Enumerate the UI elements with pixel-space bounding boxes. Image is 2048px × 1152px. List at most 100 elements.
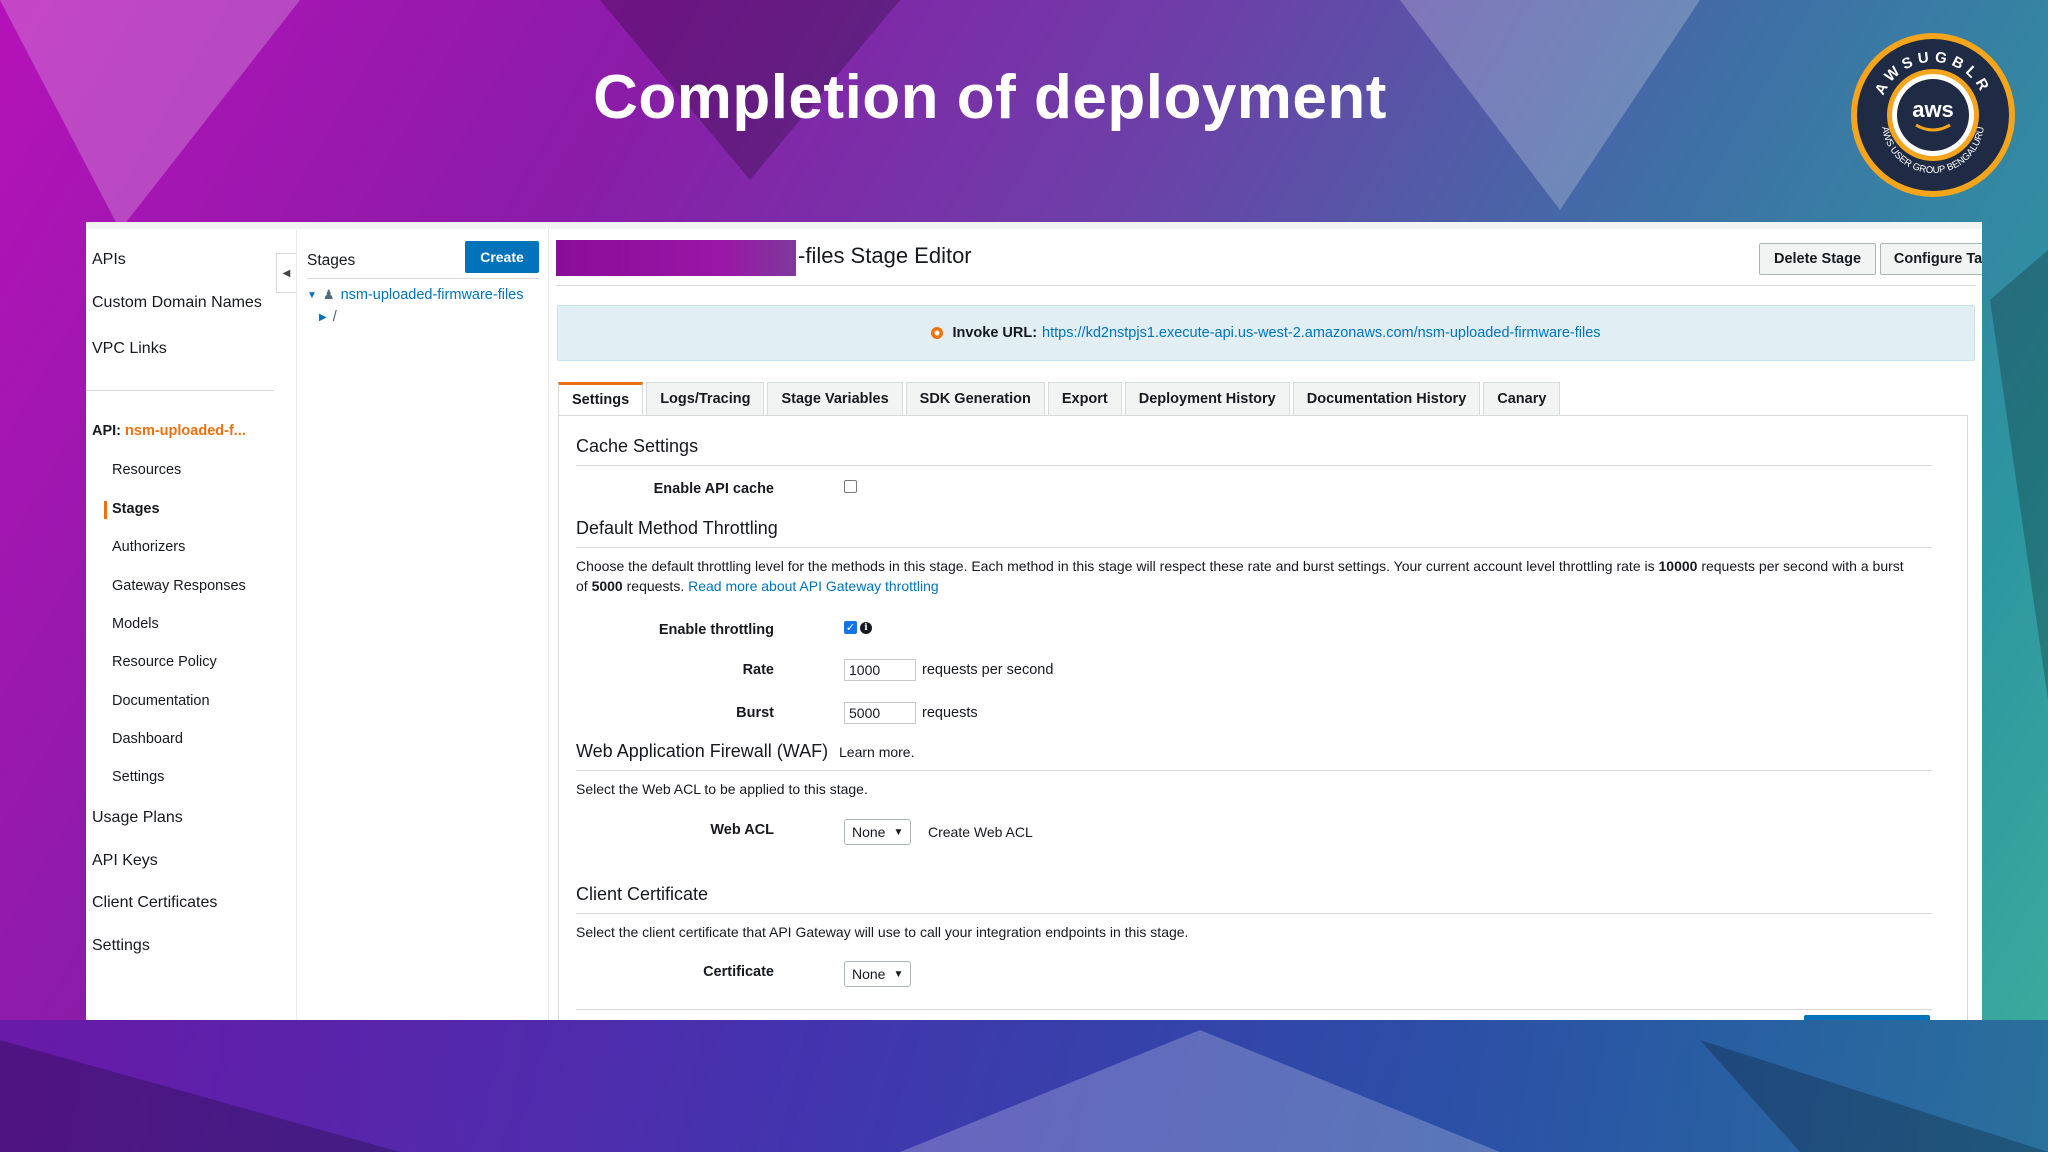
nav-item-custom-domain-names[interactable]: Custom Domain Names bbox=[92, 294, 262, 312]
section-divider bbox=[576, 547, 1932, 548]
throttling-title: Default Method Throttling bbox=[576, 518, 778, 538]
stage-tree-child[interactable]: ▶ / bbox=[319, 309, 337, 325]
web-acl-value: None bbox=[852, 824, 886, 840]
slide-title: Completion of deployment bbox=[593, 63, 1387, 132]
create-stage-button[interactable]: Create bbox=[465, 241, 539, 273]
certificate-value: None bbox=[852, 966, 886, 982]
nav-item-client-certificates[interactable]: Client Certificates bbox=[92, 894, 217, 912]
delete-stage-button[interactable]: Delete Stage bbox=[1759, 243, 1876, 275]
nav-item-usage-plans[interactable]: Usage Plans bbox=[92, 809, 183, 827]
rate-unit: requests per second bbox=[922, 662, 1054, 678]
stage-editor: -files Stage Editor Delete Stage Configu… bbox=[549, 229, 1982, 1020]
stage-tree-item[interactable]: ▼ ♟ nsm-uploaded-firmware-files bbox=[307, 287, 523, 303]
tab-logs-tracing[interactable]: Logs/Tracing bbox=[646, 382, 765, 415]
tab-export[interactable]: Export bbox=[1047, 382, 1122, 415]
collapse-nav-button[interactable]: ◀ bbox=[276, 253, 296, 293]
throttling-desc-text: requests. bbox=[622, 578, 689, 594]
invoke-url-banner: Invoke URL: https://kd2nstpjs1.execute-a… bbox=[557, 305, 1975, 361]
certificate-label: Certificate bbox=[703, 964, 774, 980]
nav-item-apis[interactable]: APIs bbox=[92, 251, 126, 269]
chevron-down-icon: ▼ bbox=[893, 826, 904, 838]
web-acl-select[interactable]: None ▼ bbox=[844, 819, 912, 845]
tab-settings[interactable]: Settings bbox=[558, 382, 644, 415]
caret-left-icon: ◀ bbox=[282, 267, 291, 279]
create-web-acl-link[interactable]: Create Web ACL bbox=[928, 824, 1033, 840]
throttling-desc-text: requests per second with a burst bbox=[1697, 558, 1904, 574]
api-selector-label[interactable]: API: nsm-uploaded-f... bbox=[92, 423, 246, 439]
waf-title: Web Application Firewall (WAF) bbox=[576, 741, 829, 761]
web-acl-label: Web ACL bbox=[710, 822, 774, 838]
settings-panel: Cache Settings Enable API cache Default … bbox=[558, 415, 1968, 1020]
status-dot-icon bbox=[931, 327, 944, 339]
nav-item-api-keys[interactable]: API Keys bbox=[92, 852, 158, 870]
tab-deployment-history[interactable]: Deployment History bbox=[1124, 382, 1290, 415]
nav-item-stages[interactable]: Stages bbox=[112, 501, 160, 517]
api-prefix: API: bbox=[92, 423, 121, 439]
section-divider bbox=[576, 465, 1932, 466]
save-changes-button-edge[interactable] bbox=[1804, 1015, 1930, 1020]
stage-icon: ♟ bbox=[322, 287, 335, 302]
throttling-read-more-link[interactable]: Read more about API Gateway throttling bbox=[688, 578, 939, 594]
enable-throttling-label: Enable throttling bbox=[658, 622, 774, 638]
nav-item-models[interactable]: Models bbox=[112, 616, 159, 632]
configure-tags-button[interactable]: Configure Tags bbox=[1880, 243, 1982, 275]
client-cert-description: Select the client certificate that API G… bbox=[576, 924, 1189, 940]
section-divider bbox=[576, 913, 1932, 914]
nav-item-gateway-responses[interactable]: Gateway Responses bbox=[112, 578, 246, 594]
active-indicator bbox=[104, 501, 107, 519]
throttling-desc-text: Choose the default throttling level for … bbox=[576, 558, 1659, 574]
stages-divider bbox=[307, 278, 539, 279]
section-divider bbox=[576, 770, 1932, 771]
tab-documentation-history[interactable]: Documentation History bbox=[1292, 382, 1481, 415]
tab-sdk-generation[interactable]: SDK Generation bbox=[905, 382, 1045, 415]
tab-canary[interactable]: Canary bbox=[1483, 382, 1561, 415]
rate-input[interactable]: 1000 bbox=[844, 659, 916, 681]
rate-label: Rate bbox=[742, 662, 774, 678]
enable-api-cache-label: Enable API cache bbox=[653, 481, 774, 497]
section-divider bbox=[576, 1009, 1932, 1010]
info-icon[interactable]: i bbox=[860, 622, 872, 634]
tab-stage-variables[interactable]: Stage Variables bbox=[767, 382, 903, 415]
nav-divider bbox=[86, 390, 274, 391]
title-divider bbox=[556, 285, 1976, 286]
nav-item-dashboard[interactable]: Dashboard bbox=[112, 731, 183, 747]
api-name: nsm-uploaded-f... bbox=[125, 423, 246, 439]
nav-item-authorizers[interactable]: Authorizers bbox=[112, 539, 185, 555]
chevron-down-icon: ▼ bbox=[893, 968, 904, 980]
account-rate-limit: 10000 bbox=[1658, 558, 1698, 574]
invoke-url-label: Invoke URL: bbox=[952, 325, 1038, 341]
stages-panel: Stages Create ▼ ♟ nsm-uploaded-firmware-… bbox=[296, 229, 549, 1020]
stage-tabs: Settings Logs/Tracing Stage Variables SD… bbox=[558, 382, 1561, 415]
aws-user-group-logo-icon: aws AWSUGBLR AWS USER GROUP BENGALURU bbox=[1851, 33, 2015, 197]
logo-inner-text: aws bbox=[1912, 97, 1954, 122]
client-cert-title: Client Certificate bbox=[576, 884, 709, 904]
stages-title: Stages bbox=[307, 252, 356, 269]
expand-right-icon[interactable]: ▶ bbox=[319, 312, 327, 323]
burst-label: Burst bbox=[736, 705, 774, 721]
cache-settings-title: Cache Settings bbox=[576, 436, 699, 456]
enable-throttling-checkbox[interactable]: ✓ bbox=[844, 621, 857, 634]
nav-item-vpc-links[interactable]: VPC Links bbox=[92, 340, 167, 358]
left-nav: APIs Custom Domain Names VPC Links API: … bbox=[86, 229, 296, 1020]
api-gateway-screenshot: APIs Custom Domain Names VPC Links API: … bbox=[86, 222, 1982, 1020]
throttling-desc-text: of bbox=[576, 578, 592, 594]
expand-down-icon[interactable]: ▼ bbox=[307, 290, 317, 301]
nav-item-settings[interactable]: Settings bbox=[92, 937, 150, 955]
burst-unit: requests bbox=[922, 705, 978, 721]
editor-title: -files Stage Editor bbox=[798, 243, 972, 268]
nav-item-resources[interactable]: Resources bbox=[112, 462, 181, 478]
waf-learn-more-link[interactable]: Learn more. bbox=[839, 744, 914, 760]
waf-description: Select the Web ACL to be applied to this… bbox=[576, 781, 868, 797]
throttling-description: Choose the default throttling level for … bbox=[576, 556, 1936, 596]
redacted-area bbox=[556, 240, 796, 276]
invoke-url-link[interactable]: https://kd2nstpjs1.execute-api.us-west-2… bbox=[1042, 325, 1600, 341]
burst-input[interactable]: 5000 bbox=[844, 702, 916, 724]
account-burst-limit: 5000 bbox=[591, 578, 623, 594]
certificate-select[interactable]: None ▼ bbox=[844, 961, 912, 987]
stage-child-path: / bbox=[332, 309, 337, 325]
nav-item-resource-policy[interactable]: Resource Policy bbox=[112, 654, 217, 670]
nav-item-documentation[interactable]: Documentation bbox=[112, 693, 210, 709]
enable-api-cache-checkbox[interactable] bbox=[844, 480, 857, 493]
stage-name: nsm-uploaded-firmware-files bbox=[340, 287, 524, 303]
nav-item-settings-api[interactable]: Settings bbox=[112, 769, 164, 785]
